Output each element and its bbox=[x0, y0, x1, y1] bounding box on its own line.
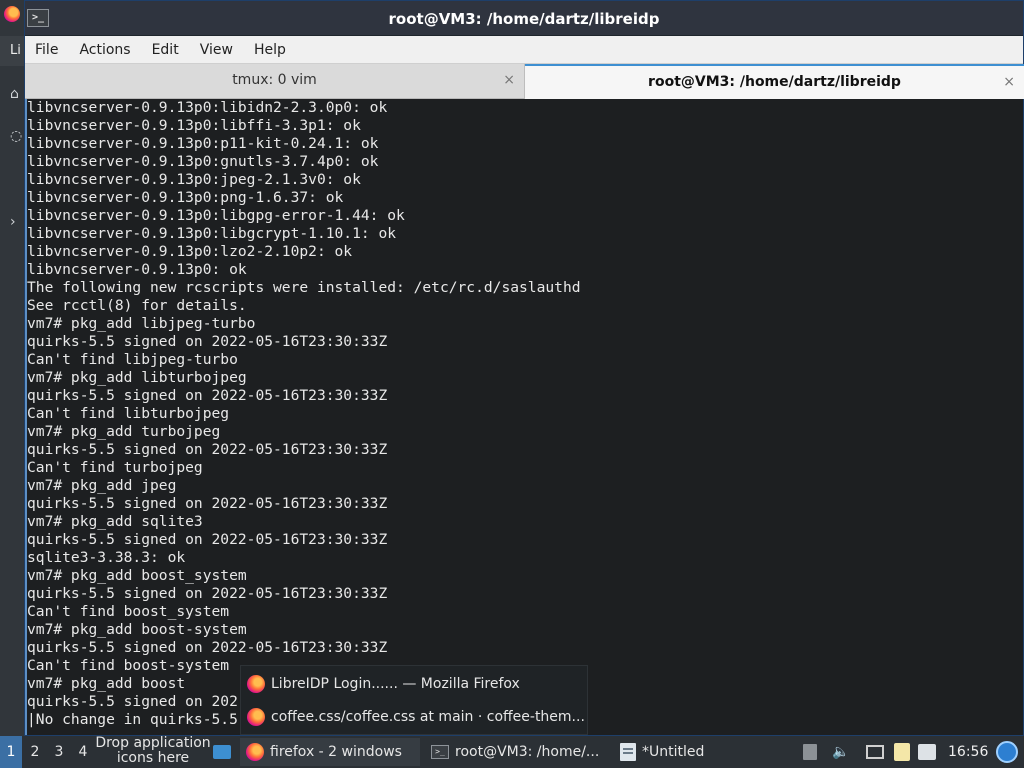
menu-edit[interactable]: Edit bbox=[145, 36, 193, 64]
menu-file[interactable]: File bbox=[28, 36, 72, 64]
text-editor-icon bbox=[620, 743, 636, 761]
tab-label: tmux: 0 vim bbox=[232, 72, 317, 88]
workspace-4[interactable]: 4 bbox=[72, 736, 94, 768]
firefox-icon[interactable] bbox=[4, 6, 20, 22]
popup-item-label: coffee.css/coffee.css at main · coffee-t… bbox=[271, 709, 585, 725]
terminal-line: quirks-5.5 signed on 2022-05-16T23:30:33… bbox=[27, 495, 388, 512]
terminal-line: quirks-5.5 signed on 2022-05-16T23:30:33… bbox=[27, 585, 388, 602]
terminal-line: vm7# pkg_add libjpeg-turbo bbox=[27, 315, 256, 332]
firefox-icon bbox=[247, 675, 265, 693]
workspace-3[interactable]: 3 bbox=[48, 736, 70, 768]
terminal-line: Can't find libturbojpeg bbox=[27, 405, 230, 422]
menu-actions[interactable]: Actions bbox=[72, 36, 144, 64]
terminal-line: libvncserver-0.9.13p0:jpeg-2.1.3v0: ok bbox=[27, 171, 361, 188]
taskbar-window-list-popup: LibreIDP Login...... — Mozilla Firefox c… bbox=[240, 665, 588, 735]
terminal-line: quirks-5.5 signed on 2022-05-16T23:30:33… bbox=[27, 531, 388, 548]
volume-icon[interactable]: 🔈 bbox=[832, 744, 849, 760]
task-text-editor[interactable]: *Untitled bbox=[614, 738, 724, 766]
task-label: *Untitled bbox=[642, 744, 705, 760]
chevron-right-icon[interactable]: › bbox=[10, 214, 16, 230]
workspace-1[interactable]: 1 bbox=[0, 736, 22, 768]
terminal-scrollbar[interactable] bbox=[1019, 99, 1023, 735]
terminal-line: quirks-5.5 signed on 2022-05-16T23:30:33… bbox=[27, 387, 388, 404]
popup-item-label: LibreIDP Login...... — Mozilla Firefox bbox=[271, 676, 520, 692]
loading-icon[interactable]: ◌ bbox=[10, 128, 22, 144]
terminal-line: Can't find boost_system bbox=[27, 603, 230, 620]
removable-media-icon[interactable] bbox=[803, 744, 817, 760]
task-firefox[interactable]: firefox - 2 windows bbox=[240, 738, 420, 766]
terminal-line: vm7# pkg_add sqlite3 bbox=[27, 513, 203, 530]
window-title: root@VM3: /home/dartz/libreidp bbox=[388, 10, 660, 28]
show-desktop-icon[interactable] bbox=[213, 745, 231, 759]
terminal-line: quirks-5.5 signed on 2022-05-16T23:30:33… bbox=[27, 441, 388, 458]
task-label: firefox - 2 windows bbox=[270, 744, 402, 760]
terminal-line: libvncserver-0.9.13p0:libidn2-2.3.0p0: o… bbox=[27, 99, 388, 116]
network-icon[interactable] bbox=[866, 745, 884, 759]
close-icon[interactable]: × bbox=[503, 64, 515, 97]
home-icon[interactable]: ⌂ bbox=[10, 86, 19, 102]
task-terminal[interactable]: >_ root@VM3: /home/... bbox=[425, 738, 611, 766]
clock[interactable]: 16:56 bbox=[948, 736, 988, 768]
tab-bar: tmux: 0 vim × root@VM3: /home/dartz/libr… bbox=[25, 64, 1024, 99]
background-window: Li ⌂ ◌ › bbox=[0, 0, 24, 736]
terminal-line: See rcctl(8) for details. bbox=[27, 297, 247, 314]
terminal-line: quirks-5.5 signed on 2022-05-16T23:30:33… bbox=[27, 639, 388, 656]
terminal-output[interactable]: libvncserver-0.9.13p0:libidn2-2.3.0p0: o… bbox=[25, 99, 1023, 735]
terminal-line: libvncserver-0.9.13p0:gnutls-3.7.4p0: ok bbox=[27, 153, 379, 170]
terminal-line: quirks-5.5 signed on 2022-05-16T23:30:33… bbox=[27, 333, 388, 350]
firefox-icon bbox=[247, 708, 265, 726]
terminal-line: libvncserver-0.9.13p0:libgcrypt-1.10.1: … bbox=[27, 225, 397, 242]
terminal-line: libvncserver-0.9.13p0: ok bbox=[27, 261, 247, 278]
terminal-icon: >_ bbox=[431, 745, 449, 759]
launcher-drop-hint: Drop application icons here bbox=[95, 735, 211, 766]
background-window-tab[interactable]: Li bbox=[0, 36, 24, 66]
terminal-line: libvncserver-0.9.13p0:libffi-3.3p1: ok bbox=[27, 117, 361, 134]
terminal-line: libvncserver-0.9.13p0:lzo2-2.10p2: ok bbox=[27, 243, 353, 260]
popup-item-libreidp-login[interactable]: LibreIDP Login...... — Mozilla Firefox bbox=[247, 671, 520, 697]
close-icon[interactable]: × bbox=[1003, 66, 1015, 99]
terminal-line: libvncserver-0.9.13p0:p11-kit-0.24.1: ok bbox=[27, 135, 379, 152]
notes-icon[interactable] bbox=[918, 744, 936, 760]
terminal-line: vm7# pkg_add libturbojpeg bbox=[27, 369, 247, 386]
menu-view[interactable]: View bbox=[193, 36, 247, 64]
terminal-line: The following new rcscripts were install… bbox=[27, 279, 581, 296]
window-titlebar[interactable]: >_ root@VM3: /home/dartz/libreidp bbox=[25, 1, 1023, 36]
terminal-line: vm7# pkg_add boost-system bbox=[27, 621, 247, 638]
terminal-window: >_ root@VM3: /home/dartz/libreidp File A… bbox=[24, 0, 1024, 736]
terminal-line: libvncserver-0.9.13p0:libgpg-error-1.44:… bbox=[27, 207, 405, 224]
terminal-line: vm7# pkg_add turbojpeg bbox=[27, 423, 221, 440]
tab-label: root@VM3: /home/dartz/libreidp bbox=[648, 74, 901, 90]
terminal-line: vm7# pkg_add boost_system bbox=[27, 567, 247, 584]
task-label: root@VM3: /home/... bbox=[455, 744, 600, 760]
menu-help[interactable]: Help bbox=[247, 36, 300, 64]
firefox-icon bbox=[246, 743, 264, 761]
terminal-line: sqlite3-3.38.3: ok bbox=[27, 549, 186, 566]
menubar: File Actions Edit View Help bbox=[25, 36, 1023, 64]
tab-root-shell[interactable]: root@VM3: /home/dartz/libreidp × bbox=[525, 64, 1024, 99]
clipboard-icon[interactable] bbox=[894, 743, 910, 761]
os-menu-icon[interactable] bbox=[996, 741, 1018, 763]
taskbar: 1 2 3 4 Drop application icons here fire… bbox=[0, 736, 1024, 768]
tab-tmux[interactable]: tmux: 0 vim × bbox=[25, 64, 525, 99]
terminal-line: libvncserver-0.9.13p0:png-1.6.37: ok bbox=[27, 189, 344, 206]
popup-item-coffee-css[interactable]: coffee.css/coffee.css at main · coffee-t… bbox=[247, 704, 585, 730]
workspace-2[interactable]: 2 bbox=[24, 736, 46, 768]
terminal-line: vm7# pkg_add jpeg bbox=[27, 477, 177, 494]
terminal-line: Can't find turbojpeg bbox=[27, 459, 203, 476]
terminal-line: Can't find libjpeg-turbo bbox=[27, 351, 238, 368]
